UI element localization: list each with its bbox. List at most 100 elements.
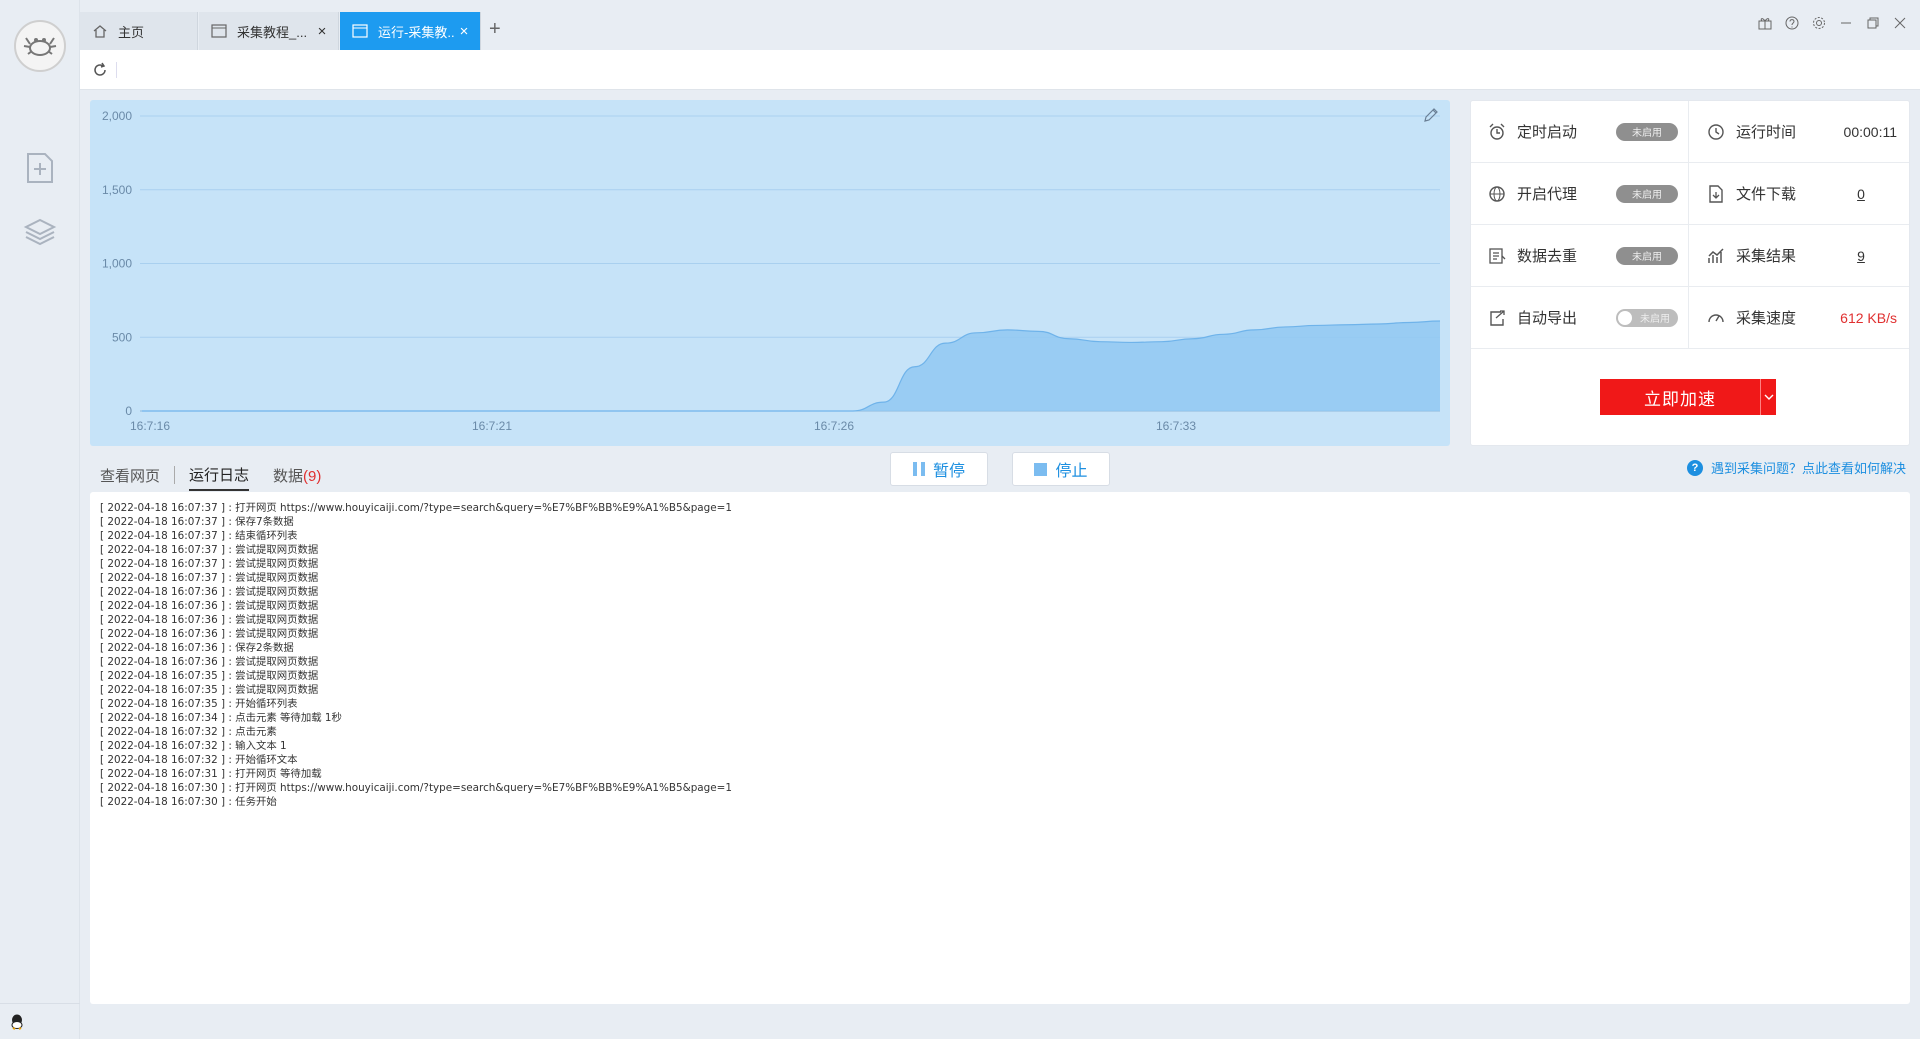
dedupe-list-icon [1487, 246, 1507, 266]
results-label: 采集结果 [1736, 248, 1797, 265]
pause-icon [912, 462, 925, 476]
proxy-label: 开启代理 [1517, 186, 1578, 203]
proxy-toggle[interactable]: 未启用 [1616, 184, 1678, 203]
tab-home[interactable]: 主页 [80, 12, 198, 50]
log-line: [ 2022-04-18 16:07:32 ] : 开始循环文本 [100, 754, 298, 766]
gift-icon[interactable] [1756, 14, 1773, 31]
run-time-label: 运行时间 [1736, 124, 1797, 141]
y-tick-label: 2,000 [102, 109, 132, 123]
log-line: [ 2022-04-18 16:07:36 ] : 保存2条数据 [100, 642, 294, 654]
auto-export-label: 自动导出 [1517, 310, 1578, 327]
accelerate-group: 立即加速 [1600, 379, 1776, 415]
dedupe-toggle[interactable]: 未启用 [1616, 246, 1678, 265]
tab-view-page[interactable]: 查看网页 [100, 461, 160, 490]
new-task-button[interactable] [22, 150, 58, 186]
add-document-icon [27, 153, 53, 183]
log-line: [ 2022-04-18 16:07:37 ] : 打开网页 https://w… [100, 502, 732, 514]
log-line: [ 2022-04-18 16:07:34 ] : 点击元素 等待加载 1秒 [100, 712, 342, 724]
tab-run[interactable]: 运行-采集教... × [340, 12, 481, 50]
new-tab-button[interactable]: + [489, 18, 501, 41]
accelerate-button[interactable]: 立即加速 [1600, 379, 1760, 415]
bar-trend-icon [1706, 246, 1726, 266]
speed-chart-svg: 2,000 1,500 1,000 500 016:7:16 16:7:21 16:7:26… [102, 109, 1441, 433]
run-log-panel: [ 2022-04-18 16:07:37 ] : 打开网页 https://w… [90, 492, 1910, 1004]
tab-label: 运行-采集教... [378, 24, 454, 40]
results-cell: 采集结果 9 [1690, 225, 1909, 286]
run-time-value: 00:00:11 [1843, 123, 1897, 140]
tab-data-label: 数据 [273, 467, 304, 485]
pause-button[interactable]: 暂停 [890, 452, 988, 486]
left-rail [0, 0, 80, 1039]
question-icon: ? [1686, 459, 1703, 476]
log-line: [ 2022-04-18 16:07:37 ] : 尝试提取网页数据 [100, 572, 319, 584]
file-download-count[interactable]: 0 [1851, 186, 1871, 202]
x-tick-label: 16:7:21 [472, 419, 512, 433]
address-bar [80, 50, 1920, 90]
dedupe-label: 数据去重 [1517, 248, 1578, 265]
file-download-label: 文件下载 [1736, 186, 1797, 203]
y-tick-label: 500 [112, 330, 132, 344]
tab-data[interactable]: 数据(9) [273, 461, 321, 490]
log-line: [ 2022-04-18 16:07:35 ] : 尝试提取网页数据 [100, 684, 319, 696]
reload-button[interactable] [90, 60, 110, 80]
file-download-cell: 文件下载 0 [1690, 163, 1909, 224]
tasks-button[interactable] [22, 214, 58, 250]
log-line: [ 2022-04-18 16:07:37 ] : 结束循环列表 [100, 530, 298, 542]
crab-logo-icon [23, 37, 57, 56]
log-line: [ 2022-04-18 16:07:37 ] : 保存7条数据 [100, 516, 294, 528]
close-tab-icon[interactable]: × [454, 23, 474, 40]
log-line: [ 2022-04-18 16:07:32 ] : 点击元素 [100, 726, 277, 738]
stats-row: 开启代理 未启用 文件下载 0 [1471, 163, 1909, 225]
speedometer-icon [1706, 308, 1726, 328]
tab-separator [174, 466, 176, 484]
tab-data-count: (9) [303, 467, 322, 485]
close-tab-icon[interactable]: × [312, 23, 332, 40]
y-tick-label: 0 [125, 404, 132, 418]
log-line: [ 2022-04-18 16:07:31 ] : 打开网页 等待加载 [100, 768, 322, 780]
pause-label: 暂停 [932, 463, 965, 480]
speed-chart: 2,000 1,500 1,000 500 0 16:7:16 16:7:21 16:7:26… [90, 100, 1450, 446]
x-tick-label: 16:7:16 [130, 419, 170, 433]
pencil-icon [1424, 108, 1438, 122]
auto-export-toggle[interactable]: 未启用 [1616, 308, 1678, 327]
tab-run-log[interactable]: 运行日志 [189, 460, 250, 491]
stats-panel: 定时启动 未启用 运行时间 00:00:11 开启代理 未启用 文件下载 0 数… [1470, 100, 1910, 446]
file-download-icon [1706, 184, 1726, 204]
stats-row: 定时启动 未启用 运行时间 00:00:11 [1471, 101, 1909, 163]
series-area [142, 321, 1440, 411]
proxy-cell: 开启代理 未启用 [1471, 163, 1689, 224]
dedupe-cell: 数据去重 未启用 [1471, 225, 1689, 286]
tab-label: 主页 [118, 24, 145, 40]
close-icon[interactable] [1891, 14, 1908, 31]
view-tabs: 查看网页 运行日志 数据(9) [100, 460, 321, 491]
tab-label: 采集教程_... [237, 24, 308, 40]
help-icon[interactable] [1783, 14, 1800, 31]
accelerate-dropdown[interactable] [1760, 379, 1776, 415]
edit-chart-button[interactable] [1422, 106, 1440, 124]
settings-icon[interactable] [1810, 14, 1827, 31]
page-icon [352, 24, 368, 38]
stats-row: 自动导出 未启用 采集速度 612 KB/s [1471, 287, 1909, 349]
help-link[interactable]: ? 遇到采集问题？点此查看如何解决 [1686, 458, 1906, 477]
restore-icon[interactable] [1864, 14, 1881, 31]
minimize-icon[interactable] [1837, 14, 1854, 31]
y-tick-label: 1,500 [102, 183, 132, 197]
stop-button[interactable]: 停止 [1012, 452, 1110, 486]
qq-icon [11, 1014, 23, 1030]
results-count[interactable]: 9 [1851, 248, 1871, 264]
page-icon [211, 24, 227, 38]
qq-contact-button[interactable] [0, 1003, 80, 1039]
log-line: [ 2022-04-18 16:07:37 ] : 尝试提取网页数据 [100, 558, 319, 570]
speed-cell: 采集速度 612 KB/s [1690, 287, 1909, 348]
scheduled-start-cell: 定时启动 未启用 [1471, 101, 1689, 162]
layers-icon [23, 218, 57, 246]
log-line: [ 2022-04-18 16:07:35 ] : 开始循环列表 [100, 698, 298, 710]
log-line: [ 2022-04-18 16:07:35 ] : 尝试提取网页数据 [100, 670, 319, 682]
scheduled-start-toggle[interactable]: 未启用 [1616, 122, 1678, 141]
reload-icon [94, 62, 106, 76]
log-line: [ 2022-04-18 16:07:36 ] : 尝试提取网页数据 [100, 586, 319, 598]
tab-tutorial[interactable]: 采集教程_... × [199, 12, 339, 50]
chevron-down-icon [1764, 394, 1773, 400]
home-icon [92, 24, 108, 38]
app-logo [14, 20, 66, 72]
